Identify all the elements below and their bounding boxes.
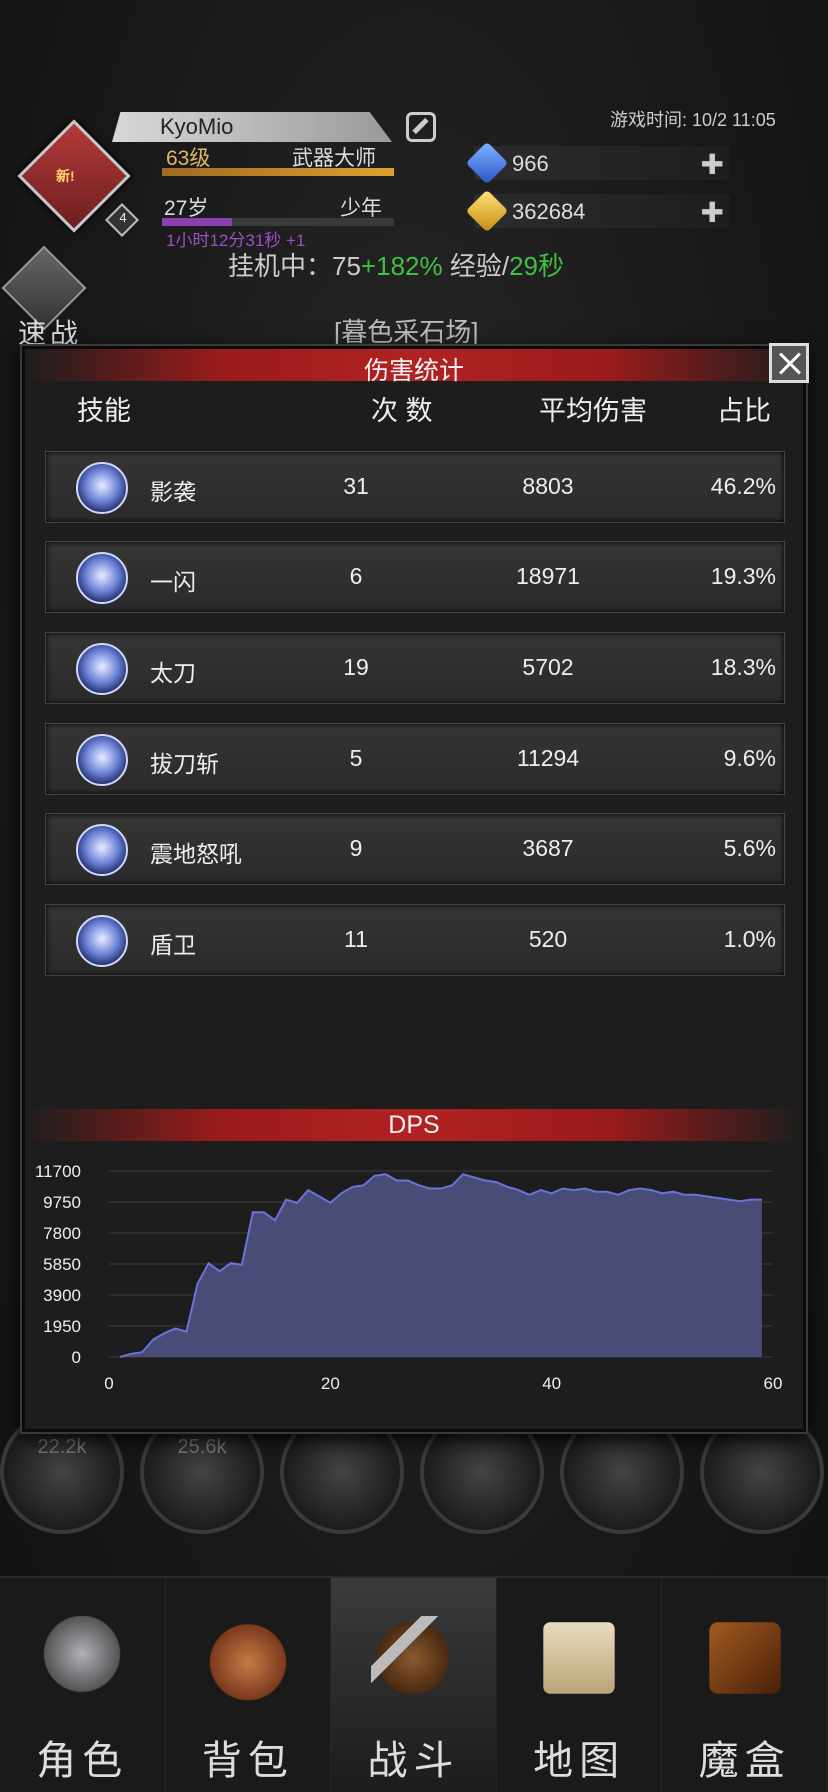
player-avatar[interactable]: 新! 4 [17, 119, 139, 237]
dps-chart: 0 1950 3900 5850 7800 9750 11700 0 20 40 60 [35, 1162, 783, 1393]
iaido-icon [76, 734, 128, 786]
skill-percent: 18.3% [710, 654, 776, 680]
skill-row: 太刀 19 5702 18.3% [45, 632, 785, 704]
skill-percent: 9.6% [723, 745, 776, 771]
skill-avg-damage: 5702 [522, 654, 574, 680]
skill-count: 5 [349, 745, 363, 771]
nav-magic-box[interactable]: 魔盒 [662, 1578, 828, 1792]
age-bar [162, 218, 394, 226]
skill-percent: 46.2% [710, 473, 776, 499]
x-tick-label: 40 [542, 1374, 561, 1393]
magic-box-icon [708, 1622, 781, 1694]
y-tick-label: 9750 [43, 1193, 81, 1212]
skill-avg-damage: 8803 [522, 473, 574, 499]
exp-bar [162, 168, 394, 176]
skill-name: 盾卫 [150, 932, 196, 958]
skill-count: 6 [349, 563, 363, 589]
nav-bag[interactable]: 背包 [166, 1578, 332, 1792]
damage-stats-modal: 伤害统计 技能 次 数 平均伤害 占比 影袭 31 8803 46.2% 一闪 … [22, 343, 809, 1432]
sword-shield-icon [371, 1616, 456, 1700]
y-tick-label: 0 [72, 1348, 81, 1367]
nav-label: 角色 [36, 1739, 129, 1783]
dps-title: DPS [388, 1111, 440, 1139]
flash-icon [76, 552, 128, 604]
blue-gem-value: 966 [512, 151, 549, 176]
roar-icon [76, 824, 128, 876]
skill-avg-damage: 18971 [516, 563, 580, 589]
skill-count: 31 [343, 473, 369, 499]
location-name: [暮色采石场] [334, 317, 479, 347]
shadow-strike-icon [76, 462, 128, 514]
skill-percent: 1.0% [723, 926, 776, 952]
skill-name: 太刀 [150, 660, 196, 686]
game-time: 游戏时间: 10/2 11:05 [610, 110, 776, 130]
resource-gold: 362684 ✚ [465, 189, 730, 233]
resource-blue-gems: 966 ✚ [465, 141, 730, 185]
x-tick-label: 60 [764, 1374, 783, 1393]
modal-title: 伤害统计 [363, 357, 464, 385]
y-tick-label: 5850 [43, 1255, 81, 1274]
x-tick-label: 0 [104, 1374, 113, 1393]
skill-percent: 19.3% [710, 563, 776, 589]
nav-label: 地图 [533, 1739, 626, 1783]
bottom-nav: 角色 背包 战斗 地图 魔盒 [0, 1576, 828, 1792]
skill-avg-damage: 3687 [522, 835, 574, 861]
skill-count: 19 [343, 654, 369, 680]
skill-percent: 5.6% [723, 835, 776, 861]
nav-label: 魔盒 [698, 1739, 791, 1783]
shield-guard-icon [76, 915, 128, 967]
afk-status: 挂机中：75+182% 经验/29秒 [228, 251, 564, 281]
skill-name: 影袭 [150, 479, 196, 505]
add-blue-gem-button[interactable]: ✚ [701, 148, 724, 181]
skill-row: 影袭 31 8803 46.2% [45, 451, 785, 523]
name-plate [112, 112, 392, 142]
skill-avg-damage: 11294 [516, 745, 580, 771]
x-tick-label: 20 [321, 1374, 340, 1393]
skill-row: 震地怒吼 9 3687 5.6% [45, 813, 785, 885]
skill-name: 一闪 [150, 569, 196, 595]
skill-count: 9 [349, 835, 363, 861]
skill-count: 11 [344, 926, 368, 952]
column-percent: 占比 [717, 396, 771, 426]
nav-label: 战斗 [367, 1739, 460, 1783]
avatar-level-number: 4 [119, 210, 127, 225]
skill-avg-damage: 520 [528, 926, 568, 952]
nav-role[interactable]: 角色 [0, 1578, 166, 1792]
skill-name: 拔刀斩 [150, 751, 219, 777]
scroll-map-icon [543, 1622, 615, 1694]
y-tick-label: 7800 [43, 1224, 81, 1243]
nav-battle[interactable]: 战斗 [331, 1578, 497, 1792]
skill-name: 震地怒吼 [150, 841, 242, 867]
column-count: 次 数 [371, 396, 433, 426]
skill-row: 一闪 6 18971 19.3% [45, 541, 785, 613]
new-tag: 新! [56, 168, 75, 184]
skill-row: 盾卫 11 520 1.0% [45, 904, 785, 976]
y-tick-label: 3900 [43, 1286, 81, 1305]
helmet-icon [40, 1616, 125, 1700]
y-tick-label: 11700 [35, 1162, 81, 1181]
column-skill: 技能 [77, 396, 131, 426]
y-tick-label: 1950 [43, 1317, 81, 1336]
nav-map[interactable]: 地图 [497, 1578, 663, 1792]
katana-icon [76, 643, 128, 695]
skill-row: 拔刀斩 5 11294 9.6% [45, 723, 785, 795]
nav-label: 背包 [201, 1739, 294, 1783]
column-avg-damage: 平均伤害 [539, 396, 647, 426]
add-gold-button[interactable]: ✚ [701, 196, 724, 229]
player-name: KyoMio [160, 114, 234, 139]
edit-icon[interactable] [406, 112, 436, 142]
close-button[interactable] [769, 343, 809, 383]
backpack-icon [205, 1616, 290, 1700]
gold-value: 362684 [512, 199, 586, 224]
